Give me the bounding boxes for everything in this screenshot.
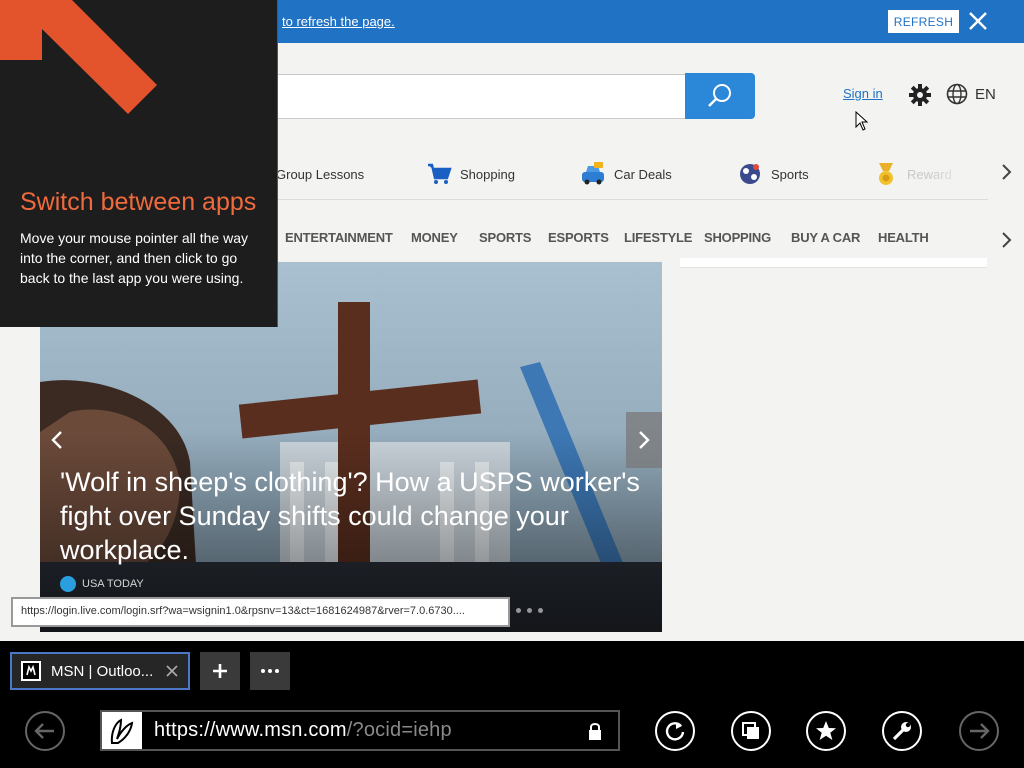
tab-msn[interactable]: MSN | Outloo...	[10, 652, 190, 690]
nav-buy-a-car[interactable]: BUY A CAR	[791, 230, 860, 245]
quick-link-label: Sports	[771, 166, 809, 182]
search-icon	[708, 84, 731, 107]
close-icon[interactable]	[966, 9, 990, 33]
nav-chevron-right-icon[interactable]	[999, 231, 1013, 249]
quick-link-car-deals[interactable]: Car Deals	[580, 160, 672, 188]
tab-title: MSN | Outloo...	[51, 662, 154, 680]
carousel-dots	[516, 608, 543, 613]
address-bar[interactable]: https://www.msn.com/?ocid=iehp	[100, 710, 620, 751]
nav-entertainment[interactable]: ENTERTAINMENT	[285, 230, 393, 245]
search-button[interactable]	[685, 73, 755, 119]
quick-link-label: Car Deals	[614, 166, 672, 182]
sports-ball-icon	[740, 164, 760, 184]
quick-link-label: Group Lessons	[276, 166, 365, 182]
status-url-tooltip: https://login.live.com/login.srf?wa=wsig…	[11, 597, 510, 627]
car-icon	[582, 162, 604, 185]
tip-body: Move your mouse pointer all the way into…	[20, 230, 248, 286]
quick-link-label: Shopping	[460, 166, 515, 182]
msn-favicon-icon	[21, 661, 41, 681]
nav-lifestyle[interactable]: LIFESTYLE	[624, 230, 692, 245]
ellipsis-icon	[261, 669, 279, 673]
quick-link-group-lessons[interactable]: Group Lessons	[276, 160, 364, 188]
quick-link-shopping[interactable]: Shopping	[426, 160, 515, 188]
favorites-star-icon	[816, 721, 836, 740]
quick-link-sports[interactable]: Sports	[737, 160, 809, 188]
forward-icon	[970, 723, 990, 739]
gear-icon[interactable]	[908, 83, 932, 107]
tabs-icon	[742, 722, 759, 739]
back-button[interactable]	[25, 711, 65, 751]
nav-esports[interactable]: ESPORTS	[548, 230, 609, 245]
back-icon	[34, 723, 54, 739]
side-card	[680, 258, 987, 268]
refresh-icon	[665, 722, 685, 741]
close-tab-icon[interactable]	[165, 664, 179, 678]
favorites-button[interactable]	[806, 711, 846, 751]
refresh-page-button[interactable]	[655, 711, 695, 751]
reward-medal-icon	[879, 163, 893, 185]
language-label[interactable]: EN	[975, 86, 996, 103]
usa-today-logo-icon	[60, 576, 76, 592]
chevron-right-icon	[639, 431, 650, 449]
nav-sports[interactable]: SPORTS	[479, 230, 531, 245]
search-input[interactable]	[260, 74, 686, 119]
forward-button[interactable]	[959, 711, 999, 751]
mouse-cursor-icon	[855, 111, 869, 131]
hero-source-name: USA TODAY	[82, 578, 144, 590]
carousel-next-button[interactable]	[626, 412, 662, 468]
address-url[interactable]: https://www.msn.com/?ocid=iehp	[154, 719, 452, 742]
tabs-button[interactable]	[731, 711, 771, 751]
divider	[276, 199, 988, 200]
refresh-button[interactable]: REFRESH	[888, 10, 959, 33]
url-path: /?ocid=iehp	[346, 719, 452, 741]
hero-source: USA TODAY	[60, 576, 144, 592]
chevron-left-icon	[51, 431, 62, 449]
tip-title: Switch between apps	[20, 188, 257, 216]
nav-shopping[interactable]: SHOPPING	[704, 230, 771, 245]
url-host: https://www.msn.com	[154, 719, 347, 741]
switch-apps-tip: Switch between apps Move your mouse poin…	[0, 0, 278, 327]
carousel-prev-button[interactable]	[40, 412, 74, 468]
lock-icon[interactable]	[586, 721, 604, 741]
globe-icon[interactable]	[946, 83, 968, 105]
refresh-notice-link[interactable]: to refresh the page.	[282, 14, 395, 29]
browser-app-bar: MSN | Outloo... https://www.msn.com/?oci…	[0, 641, 1024, 768]
page-tools-button[interactable]	[882, 711, 922, 751]
new-tab-button[interactable]	[200, 652, 240, 690]
tab-options-button[interactable]	[250, 652, 290, 690]
nav-money[interactable]: MONEY	[411, 230, 458, 245]
hero-headline[interactable]: 'Wolf in sheep's clothing'? How a USPS w…	[60, 465, 650, 567]
arrow-up-left-icon	[0, 0, 157, 114]
plus-icon	[213, 664, 227, 678]
tools-wrench-icon	[892, 722, 911, 741]
site-favicon-icon	[102, 712, 142, 749]
shopping-cart-icon	[428, 163, 452, 184]
chevron-right-icon[interactable]	[999, 163, 1013, 181]
nav-health[interactable]: HEALTH	[878, 230, 929, 245]
sign-in-link[interactable]: Sign in	[843, 86, 883, 101]
quick-links-fade	[930, 155, 990, 193]
